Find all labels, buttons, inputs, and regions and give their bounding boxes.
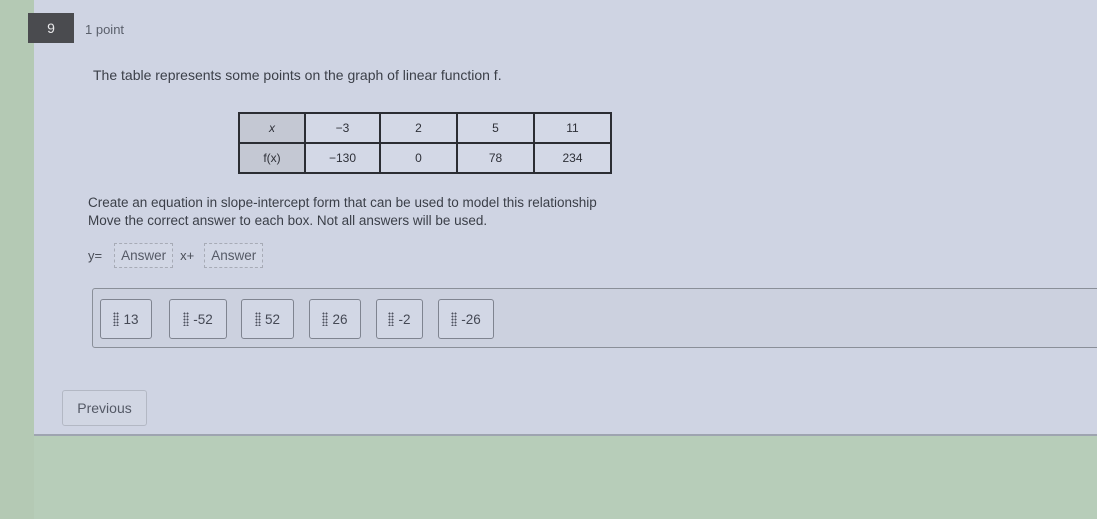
answer-chip-label: -52: [193, 311, 213, 327]
table-cell: 0: [379, 142, 458, 174]
answer-chip-label: 26: [332, 311, 348, 327]
table-cell: 11: [533, 112, 612, 144]
drag-grip-icon: [183, 312, 190, 326]
answer-chip[interactable]: -26: [438, 299, 494, 339]
answer-bank: 13 -52 52 26 -2 -26: [92, 288, 1097, 348]
answer-chip[interactable]: 52: [241, 299, 294, 339]
equation-middle: x+: [180, 247, 195, 263]
slope-drop-zone[interactable]: Answer: [114, 242, 174, 268]
question-prompt: The table represents some points on the …: [93, 67, 502, 83]
background-strip: [0, 0, 34, 519]
drag-grip-icon: [113, 312, 120, 326]
drag-grip-icon: [322, 312, 329, 326]
equation-prefix: y=: [88, 247, 103, 263]
drag-grip-icon: [388, 312, 395, 326]
answer-chip[interactable]: -2: [376, 299, 423, 339]
answer-chip[interactable]: 13: [100, 299, 152, 339]
table-cell: 2: [379, 112, 458, 144]
answer-chip-label: -26: [461, 311, 481, 327]
table-cell: −130: [304, 142, 381, 174]
table-header-fx: f(x): [238, 142, 306, 174]
previous-button[interactable]: Previous: [62, 390, 147, 426]
answer-chip-label: -2: [398, 311, 411, 327]
function-table: x −3 2 5 11 f(x) −130 0 78 234: [238, 112, 612, 174]
answer-chip-label: 52: [264, 311, 281, 327]
table-row-x: x −3 2 5 11: [238, 112, 612, 144]
drag-grip-icon: [254, 312, 261, 326]
table-cell: 234: [533, 142, 612, 174]
table-cell: 5: [456, 112, 535, 144]
table-cell: 78: [456, 142, 535, 174]
answer-chip[interactable]: 26: [309, 299, 361, 339]
drag-grip-icon: [451, 312, 458, 326]
instructions-line-2: Move the correct answer to each box. Not…: [88, 213, 488, 228]
equation-row: y= Answer x+ Answer: [88, 242, 264, 268]
question-points: 1 point: [85, 22, 125, 37]
table-cell: −3: [304, 112, 381, 144]
table-row-fx: f(x) −130 0 78 234: [238, 142, 612, 174]
question-number-badge: 9: [28, 13, 74, 43]
instructions: Create an equation in slope-intercept fo…: [88, 194, 597, 230]
table-header-x: x: [238, 112, 306, 144]
intercept-drop-zone[interactable]: Answer: [204, 242, 264, 268]
answer-chip[interactable]: -52: [169, 299, 227, 339]
instructions-line-1: Create an equation in slope-intercept fo…: [88, 195, 597, 210]
answer-chip-label: 13: [123, 311, 139, 327]
